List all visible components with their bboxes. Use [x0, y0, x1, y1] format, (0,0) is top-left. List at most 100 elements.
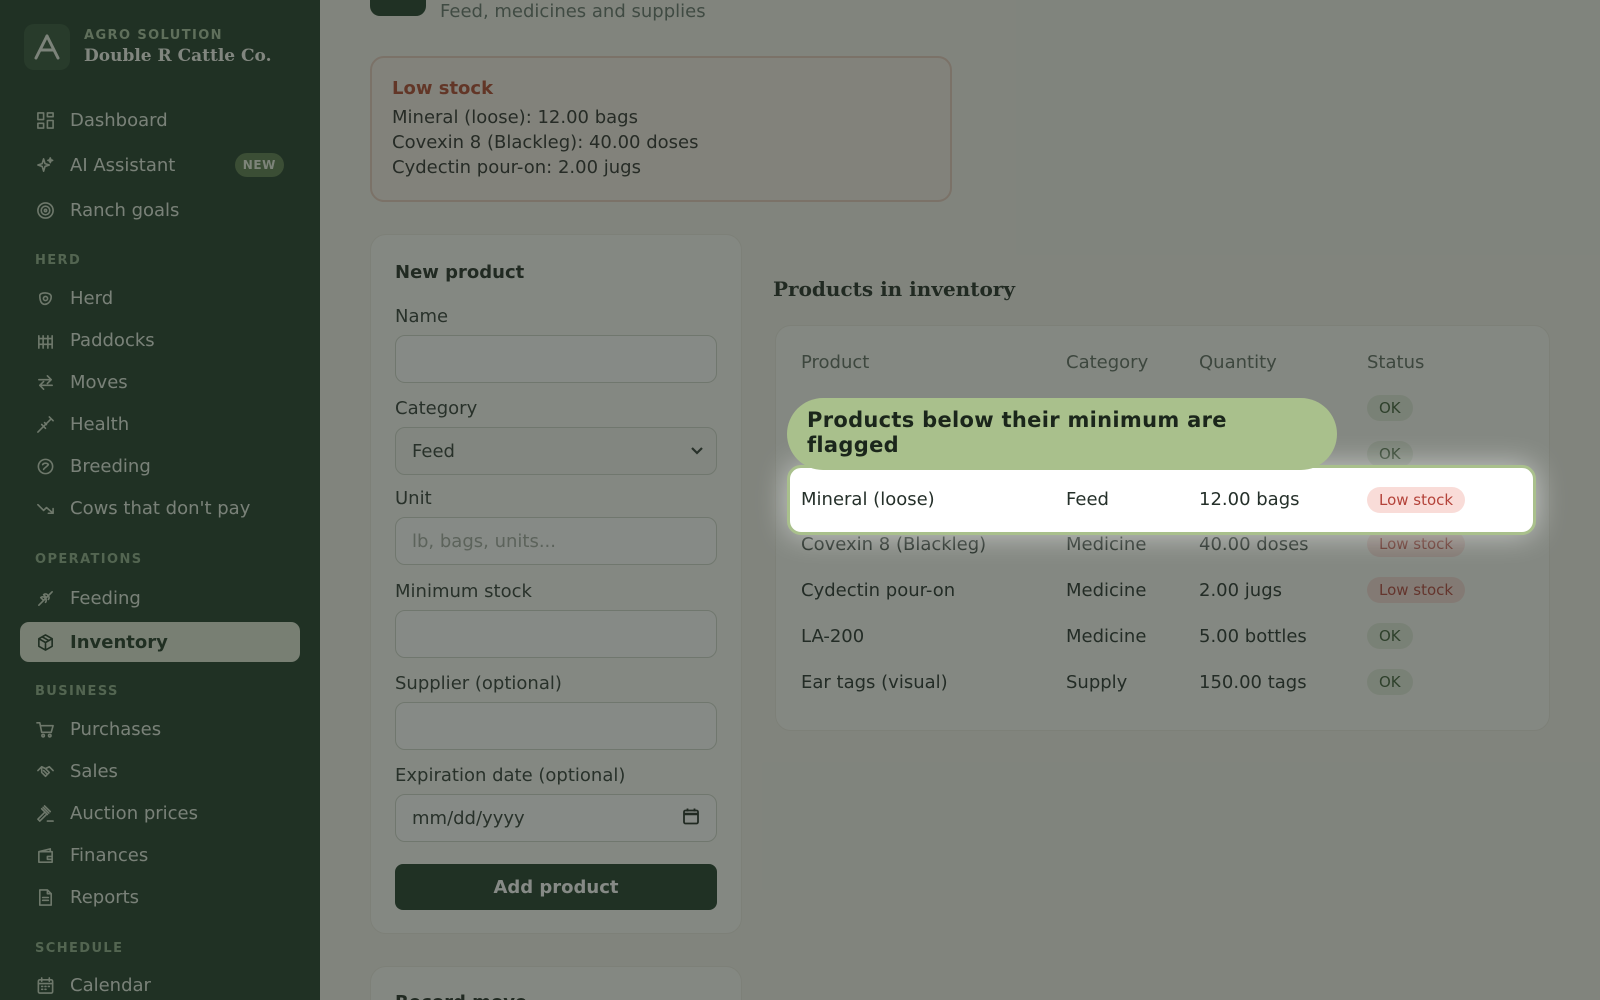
form-title: New product	[395, 262, 525, 283]
low-stock-alert: Low stock Mineral (loose): 12.00 bags Co…	[370, 56, 952, 202]
breeding-icon	[35, 456, 55, 476]
page-subtitle: Feed, medicines and supplies	[440, 1, 706, 22]
cell-category: Medicine	[1066, 534, 1147, 555]
table-row[interactable]: Ear tags (visual) Supply 150.00 tags OK	[775, 660, 1528, 706]
status-badge: OK	[1367, 623, 1413, 649]
wallet-icon	[35, 845, 55, 865]
brand-logo-icon	[24, 24, 70, 70]
cell-product: Ear tags (visual)	[801, 672, 948, 693]
cell-category: Feed	[1066, 489, 1109, 510]
nav-item-breeding[interactable]: Breeding	[20, 446, 300, 486]
tour-tooltip: Products below their minimum are flagged	[787, 398, 1337, 470]
nav-label: Dashboard	[70, 109, 168, 131]
cart-icon	[35, 719, 55, 739]
column-header-product: Product	[801, 352, 870, 373]
nav-item-sales[interactable]: Sales	[20, 751, 300, 791]
nav-label: Purchases	[70, 718, 162, 740]
nav-label: Finances	[70, 844, 149, 866]
unit-input[interactable]: lb, bags, units...	[395, 517, 717, 565]
nav-label: Health	[70, 413, 130, 435]
nav-section-operations: OPERATIONS	[35, 552, 143, 567]
minimum-stock-input[interactable]	[395, 610, 717, 658]
cell-quantity: 12.00 bags	[1199, 489, 1300, 510]
chevron-down-icon	[690, 441, 704, 462]
minimum-stock-label: Minimum stock	[395, 581, 532, 602]
document-icon	[35, 887, 55, 907]
nav-item-herd[interactable]: Herd	[20, 278, 300, 318]
fence-icon	[35, 330, 55, 350]
nav-label: Inventory	[70, 631, 168, 653]
nav-item-ai-assistant[interactable]: AI Assistant NEW	[20, 145, 300, 185]
target-icon	[35, 200, 55, 220]
add-product-button[interactable]: Add product	[395, 864, 717, 910]
expiration-label: Expiration date (optional)	[395, 765, 626, 786]
cell-product: Covexin 8 (Blackleg)	[801, 534, 987, 555]
table-row[interactable]: Cydectin pour-on Medicine 2.00 jugs Low …	[775, 568, 1528, 614]
status-badge: Low stock	[1367, 487, 1466, 513]
cell-quantity: 40.00 doses	[1199, 534, 1309, 555]
nav-item-dashboard[interactable]: Dashboard	[20, 100, 300, 140]
nav-item-ranch-goals[interactable]: Ranch goals	[20, 190, 300, 230]
new-badge: NEW	[234, 153, 284, 177]
nav-item-paddocks[interactable]: Paddocks	[20, 320, 300, 360]
nav-label: Ranch goals	[70, 199, 180, 221]
column-header-quantity: Quantity	[1199, 352, 1277, 373]
record-move-card: Record move	[370, 966, 742, 1000]
table-row[interactable]: LA-200 Medicine 5.00 bottles OK	[775, 614, 1528, 660]
cell-quantity: 5.00 bottles	[1199, 626, 1307, 647]
wheat-icon	[35, 588, 55, 608]
nav-item-purchases[interactable]: Purchases	[20, 709, 300, 749]
header-button[interactable]	[370, 0, 426, 16]
nav-label: Cows that don't pay	[70, 497, 251, 519]
cell-product: Cydectin pour-on	[801, 580, 956, 601]
nav-item-auction-prices[interactable]: Auction prices	[20, 793, 300, 833]
supplier-label: Supplier (optional)	[395, 673, 562, 694]
nav-section-herd: HERD	[35, 253, 82, 268]
nav-item-cows-dont-pay[interactable]: Cows that don't pay	[20, 488, 300, 528]
alert-line: Covexin 8 (Blackleg): 40.00 doses	[392, 132, 699, 153]
record-move-title: Record move	[395, 992, 527, 1000]
cell-quantity: 150.00 tags	[1199, 672, 1307, 693]
calendar-picker-icon[interactable]	[682, 807, 700, 830]
alert-line: Mineral (loose): 12.00 bags	[392, 107, 638, 128]
status-badge: OK	[1367, 395, 1413, 421]
nav-item-finances[interactable]: Finances	[20, 835, 300, 875]
date-placeholder: mm/dd/yyyy	[412, 807, 525, 829]
nav-item-health[interactable]: Health	[20, 404, 300, 444]
nav-item-inventory[interactable]: Inventory	[20, 622, 300, 662]
nav-item-calendar[interactable]: Calendar	[20, 965, 300, 1000]
nav-label: Paddocks	[70, 329, 155, 351]
column-header-category: Category	[1066, 352, 1149, 373]
alert-line: Cydectin pour-on: 2.00 jugs	[392, 157, 641, 178]
handshake-icon	[35, 761, 55, 781]
status-badge: OK	[1367, 669, 1413, 695]
nav-item-feeding[interactable]: Feeding	[20, 578, 300, 618]
name-input[interactable]	[395, 335, 717, 383]
nav-section-business: BUSINESS	[35, 684, 119, 699]
nav-label: Herd	[70, 287, 114, 309]
status-badge: OK	[1367, 441, 1413, 467]
category-select[interactable]: Feed	[395, 427, 717, 475]
nav-item-moves[interactable]: Moves	[20, 362, 300, 402]
brand[interactable]: AGRO SOLUTION Double R Cattle Co.	[24, 24, 272, 70]
category-label: Category	[395, 398, 478, 419]
supplier-input[interactable]	[395, 702, 717, 750]
cell-product: Mineral (loose)	[801, 489, 935, 510]
nav-item-reports[interactable]: Reports	[20, 877, 300, 917]
nav-label: Feeding	[70, 587, 141, 609]
brand-name: Double R Cattle Co.	[84, 46, 272, 66]
highlighted-table-row[interactable]: Mineral (loose) Feed 12.00 bags Low stoc…	[787, 465, 1536, 535]
nav-label: AI Assistant	[70, 154, 176, 176]
nav-section-schedule: SCHEDULE	[35, 941, 124, 956]
cow-icon	[35, 288, 55, 308]
nav-label: Breeding	[70, 455, 151, 477]
expiration-date-input[interactable]: mm/dd/yyyy	[395, 794, 717, 842]
cell-category: Medicine	[1066, 580, 1147, 601]
brand-kicker: AGRO SOLUTION	[84, 28, 223, 43]
unit-label: Unit	[395, 488, 432, 509]
sparkle-icon	[35, 155, 55, 175]
trending-down-icon	[35, 498, 55, 518]
sidebar: AGRO SOLUTION Double R Cattle Co. Dashbo…	[0, 0, 320, 1000]
box-icon	[35, 632, 55, 652]
new-product-form: New product Name Category Feed Unit lb, …	[370, 234, 742, 934]
